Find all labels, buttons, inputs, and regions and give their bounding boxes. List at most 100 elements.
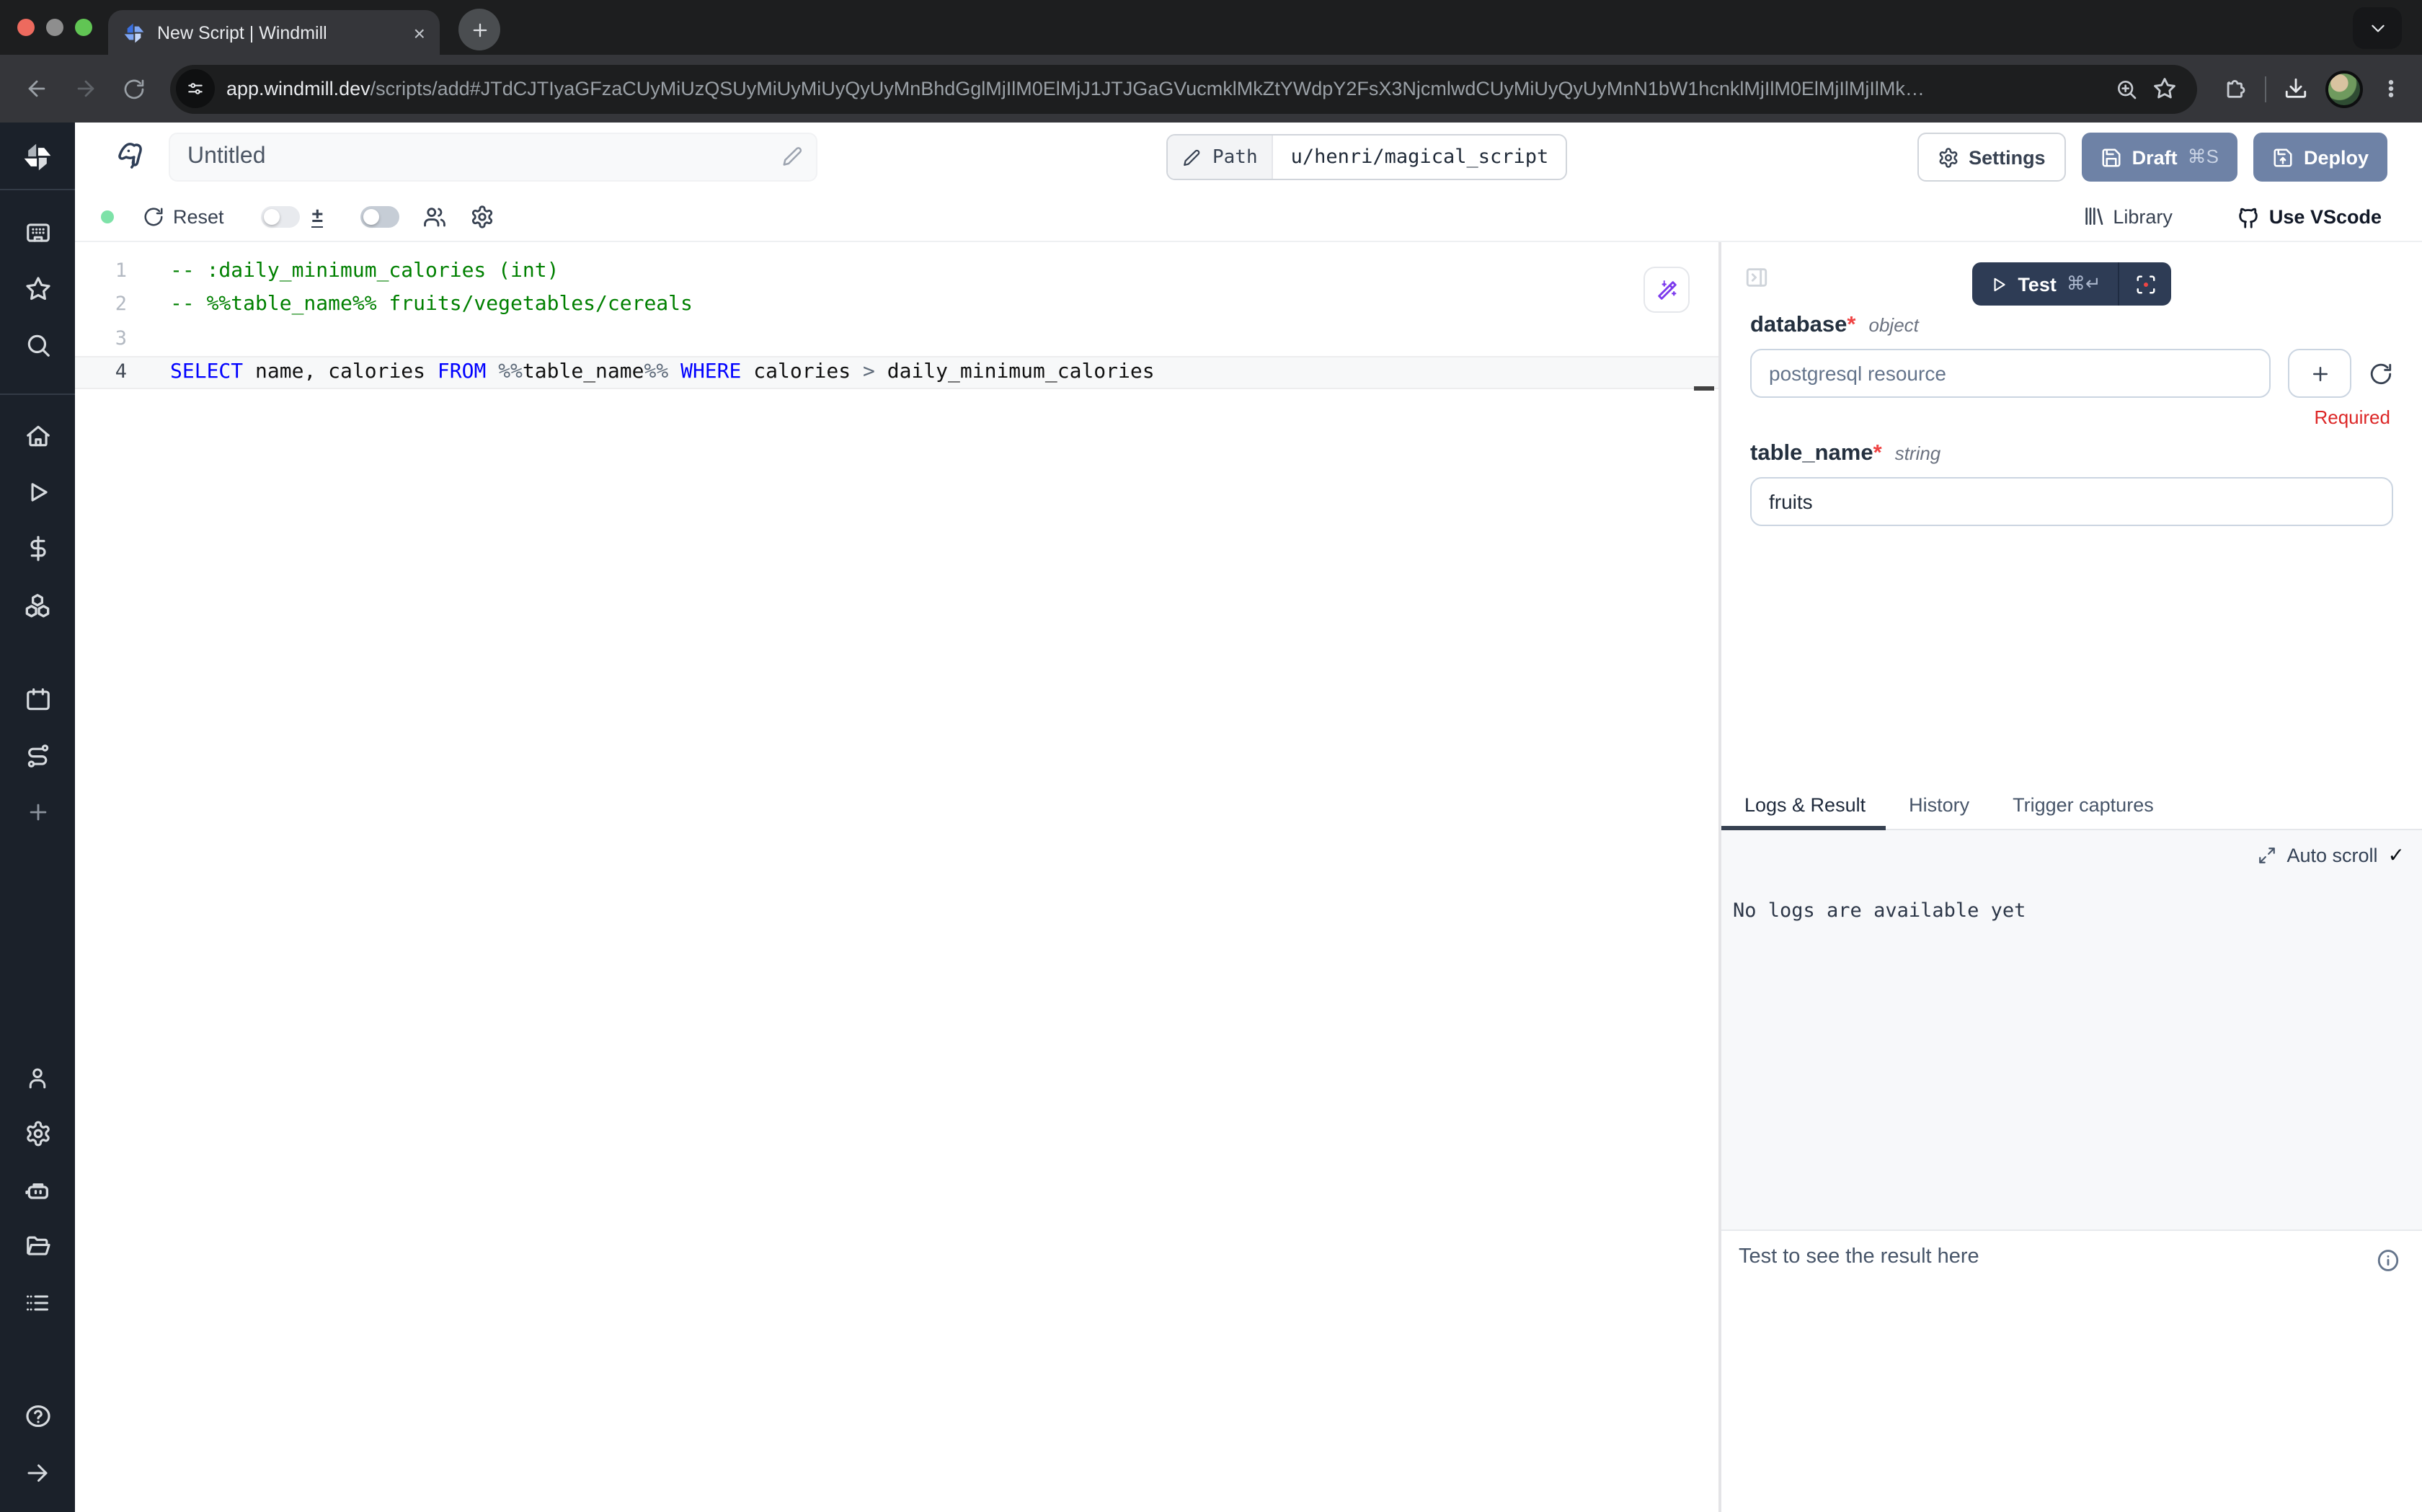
plus-icon [2309, 363, 2330, 384]
sidebar-item-schedules[interactable] [0, 672, 75, 728]
url-host: app.windmill.dev [226, 78, 371, 99]
zoom-window-button[interactable] [75, 19, 92, 36]
sidebar-item-favorites[interactable] [0, 261, 75, 317]
browser-tab[interactable]: New Script | Windmill × [108, 10, 440, 55]
collapse-panel-button[interactable] [1744, 265, 1769, 290]
sidebar-item-variables[interactable] [0, 520, 75, 577]
add-resource-button[interactable] [2288, 349, 2351, 398]
editor-toolbar: Reset ± Library [75, 192, 2422, 242]
calendar-icon [24, 686, 51, 713]
close-window-button[interactable] [17, 19, 35, 36]
autoscroll-label[interactable]: Auto scroll [2286, 844, 2377, 866]
path-label: Path [1212, 146, 1258, 168]
browser-menu-icon[interactable] [2380, 78, 2402, 99]
test-label: Test [2018, 273, 2057, 295]
new-tab-button[interactable] [458, 9, 500, 50]
forward-button[interactable] [63, 67, 107, 110]
autoscroll-checkmark[interactable]: ✓ [2388, 842, 2405, 867]
info-icon[interactable] [2376, 1248, 2400, 1272]
code-text: -- :daily_minimum_calories (int) [170, 259, 559, 283]
tab-search-button[interactable] [2353, 7, 2402, 49]
expand-logs-icon[interactable] [2258, 845, 2276, 864]
reload-icon [123, 77, 146, 100]
draft-label: Draft [2132, 146, 2178, 168]
settings-button[interactable]: Settings [1917, 133, 2066, 182]
code-line[interactable]: 3 [75, 321, 1718, 355]
ai-assistant-button[interactable] [1644, 267, 1690, 313]
scan-focus-icon [2135, 273, 2157, 295]
toolbar-separator [2265, 76, 2266, 102]
editor-settings-icon[interactable] [470, 204, 494, 228]
postgresql-icon [115, 141, 146, 174]
sidebar-item-resources[interactable] [0, 577, 75, 633]
capture-button[interactable] [2120, 262, 2172, 306]
collab-toggle[interactable] [360, 205, 399, 227]
downloads-icon[interactable] [2284, 76, 2308, 101]
path-value: u/henri/magical_script [1274, 146, 1566, 169]
profile-avatar[interactable] [2325, 70, 2363, 107]
code-line[interactable]: 2-- %%table_name%% fruits/vegetables/cer… [75, 288, 1718, 321]
refresh-resources-button[interactable] [2369, 361, 2393, 386]
sidebar-item-settings[interactable] [0, 1106, 75, 1162]
arrow-right-icon [25, 1459, 50, 1485]
pencil-icon [1182, 148, 1201, 166]
line-number: 2 [75, 293, 151, 316]
logs-pane: Auto scroll ✓ No logs are available yet [1721, 830, 2422, 1230]
tab-trigger-captures[interactable]: Trigger captures [1990, 793, 2174, 828]
use-vscode-button[interactable]: Use VScode [2236, 204, 2382, 228]
diff-toggle[interactable] [262, 205, 301, 227]
sidebar-item-routes[interactable] [0, 728, 75, 784]
edit-name-pencil-icon[interactable] [781, 146, 803, 167]
table-name-input[interactable] [1750, 477, 2393, 526]
reload-button[interactable] [112, 67, 156, 110]
zoom-icon[interactable] [2115, 77, 2138, 100]
code-editor[interactable]: 1-- :daily_minimum_calories (int)2-- %%t… [75, 242, 1718, 1512]
sidebar-item-workspace[interactable] [0, 205, 75, 261]
sidebar-item-add[interactable] [0, 784, 75, 840]
sidebar-item-audit-logs[interactable] [0, 1274, 75, 1330]
home-icon [24, 422, 51, 450]
browser-action-icons [2212, 70, 2408, 107]
route-icon [24, 742, 51, 770]
reset-button[interactable]: Reset [143, 205, 224, 227]
url-path: /scripts/add#JTdCJTIyaGFzaCUyMiUzQSUyMiU… [371, 78, 1925, 99]
list-icon [25, 1289, 50, 1315]
status-dot [101, 210, 114, 223]
code-line[interactable]: 4SELECT name, calories FROM %%table_name… [75, 355, 1718, 389]
path-chip[interactable]: Path u/henri/magical_script [1166, 134, 1567, 180]
sidebar-item-runs[interactable] [0, 464, 75, 520]
result-pane: Test to see the result here [1721, 1230, 2422, 1512]
code-line[interactable]: 1-- :daily_minimum_calories (int) [75, 254, 1718, 288]
extensions-icon[interactable] [2223, 76, 2248, 101]
sidebar-item-folders[interactable] [0, 1218, 75, 1274]
sidebar-item-search[interactable] [0, 317, 75, 373]
tab-history[interactable]: History [1886, 793, 1990, 828]
test-shortcut: ⌘↵ [2067, 272, 2101, 295]
sidebar-expand-button[interactable] [0, 1444, 75, 1500]
test-button[interactable]: Test ⌘↵ [1971, 262, 2118, 306]
minimize-window-button[interactable] [46, 19, 63, 36]
back-button[interactable] [14, 67, 58, 110]
tab-close-icon[interactable]: × [414, 22, 425, 43]
site-info-button[interactable] [176, 69, 215, 108]
collaborators-icon[interactable] [422, 204, 447, 228]
sidebar-item-help[interactable] [0, 1388, 75, 1444]
database-resource-input[interactable] [1750, 349, 2271, 398]
github-icon [2236, 204, 2261, 228]
field-database-type: object [1869, 314, 1919, 336]
sidebar-item-home[interactable] [0, 408, 75, 464]
save-icon [2101, 146, 2122, 168]
address-bar[interactable]: app.windmill.dev/scripts/add#JTdCJTIyaGF… [170, 64, 2197, 113]
windmill-logo[interactable] [22, 123, 53, 189]
draft-button[interactable]: Draft ⌘S [2082, 133, 2237, 182]
library-button[interactable]: Library [2081, 205, 2173, 228]
sidebar-item-user[interactable] [0, 1049, 75, 1106]
browser-toolbar: app.windmill.dev/scripts/add#JTdCJTIyaGF… [0, 55, 2422, 123]
script-name-input[interactable] [169, 133, 817, 182]
play-icon [24, 479, 51, 506]
bookmark-star-icon[interactable] [2152, 76, 2177, 101]
sidebar-item-workers[interactable] [0, 1162, 75, 1218]
folder-open-icon [24, 1232, 51, 1260]
tab-logs-result[interactable]: Logs & Result [1721, 793, 1886, 828]
deploy-button[interactable]: Deploy [2253, 133, 2387, 182]
